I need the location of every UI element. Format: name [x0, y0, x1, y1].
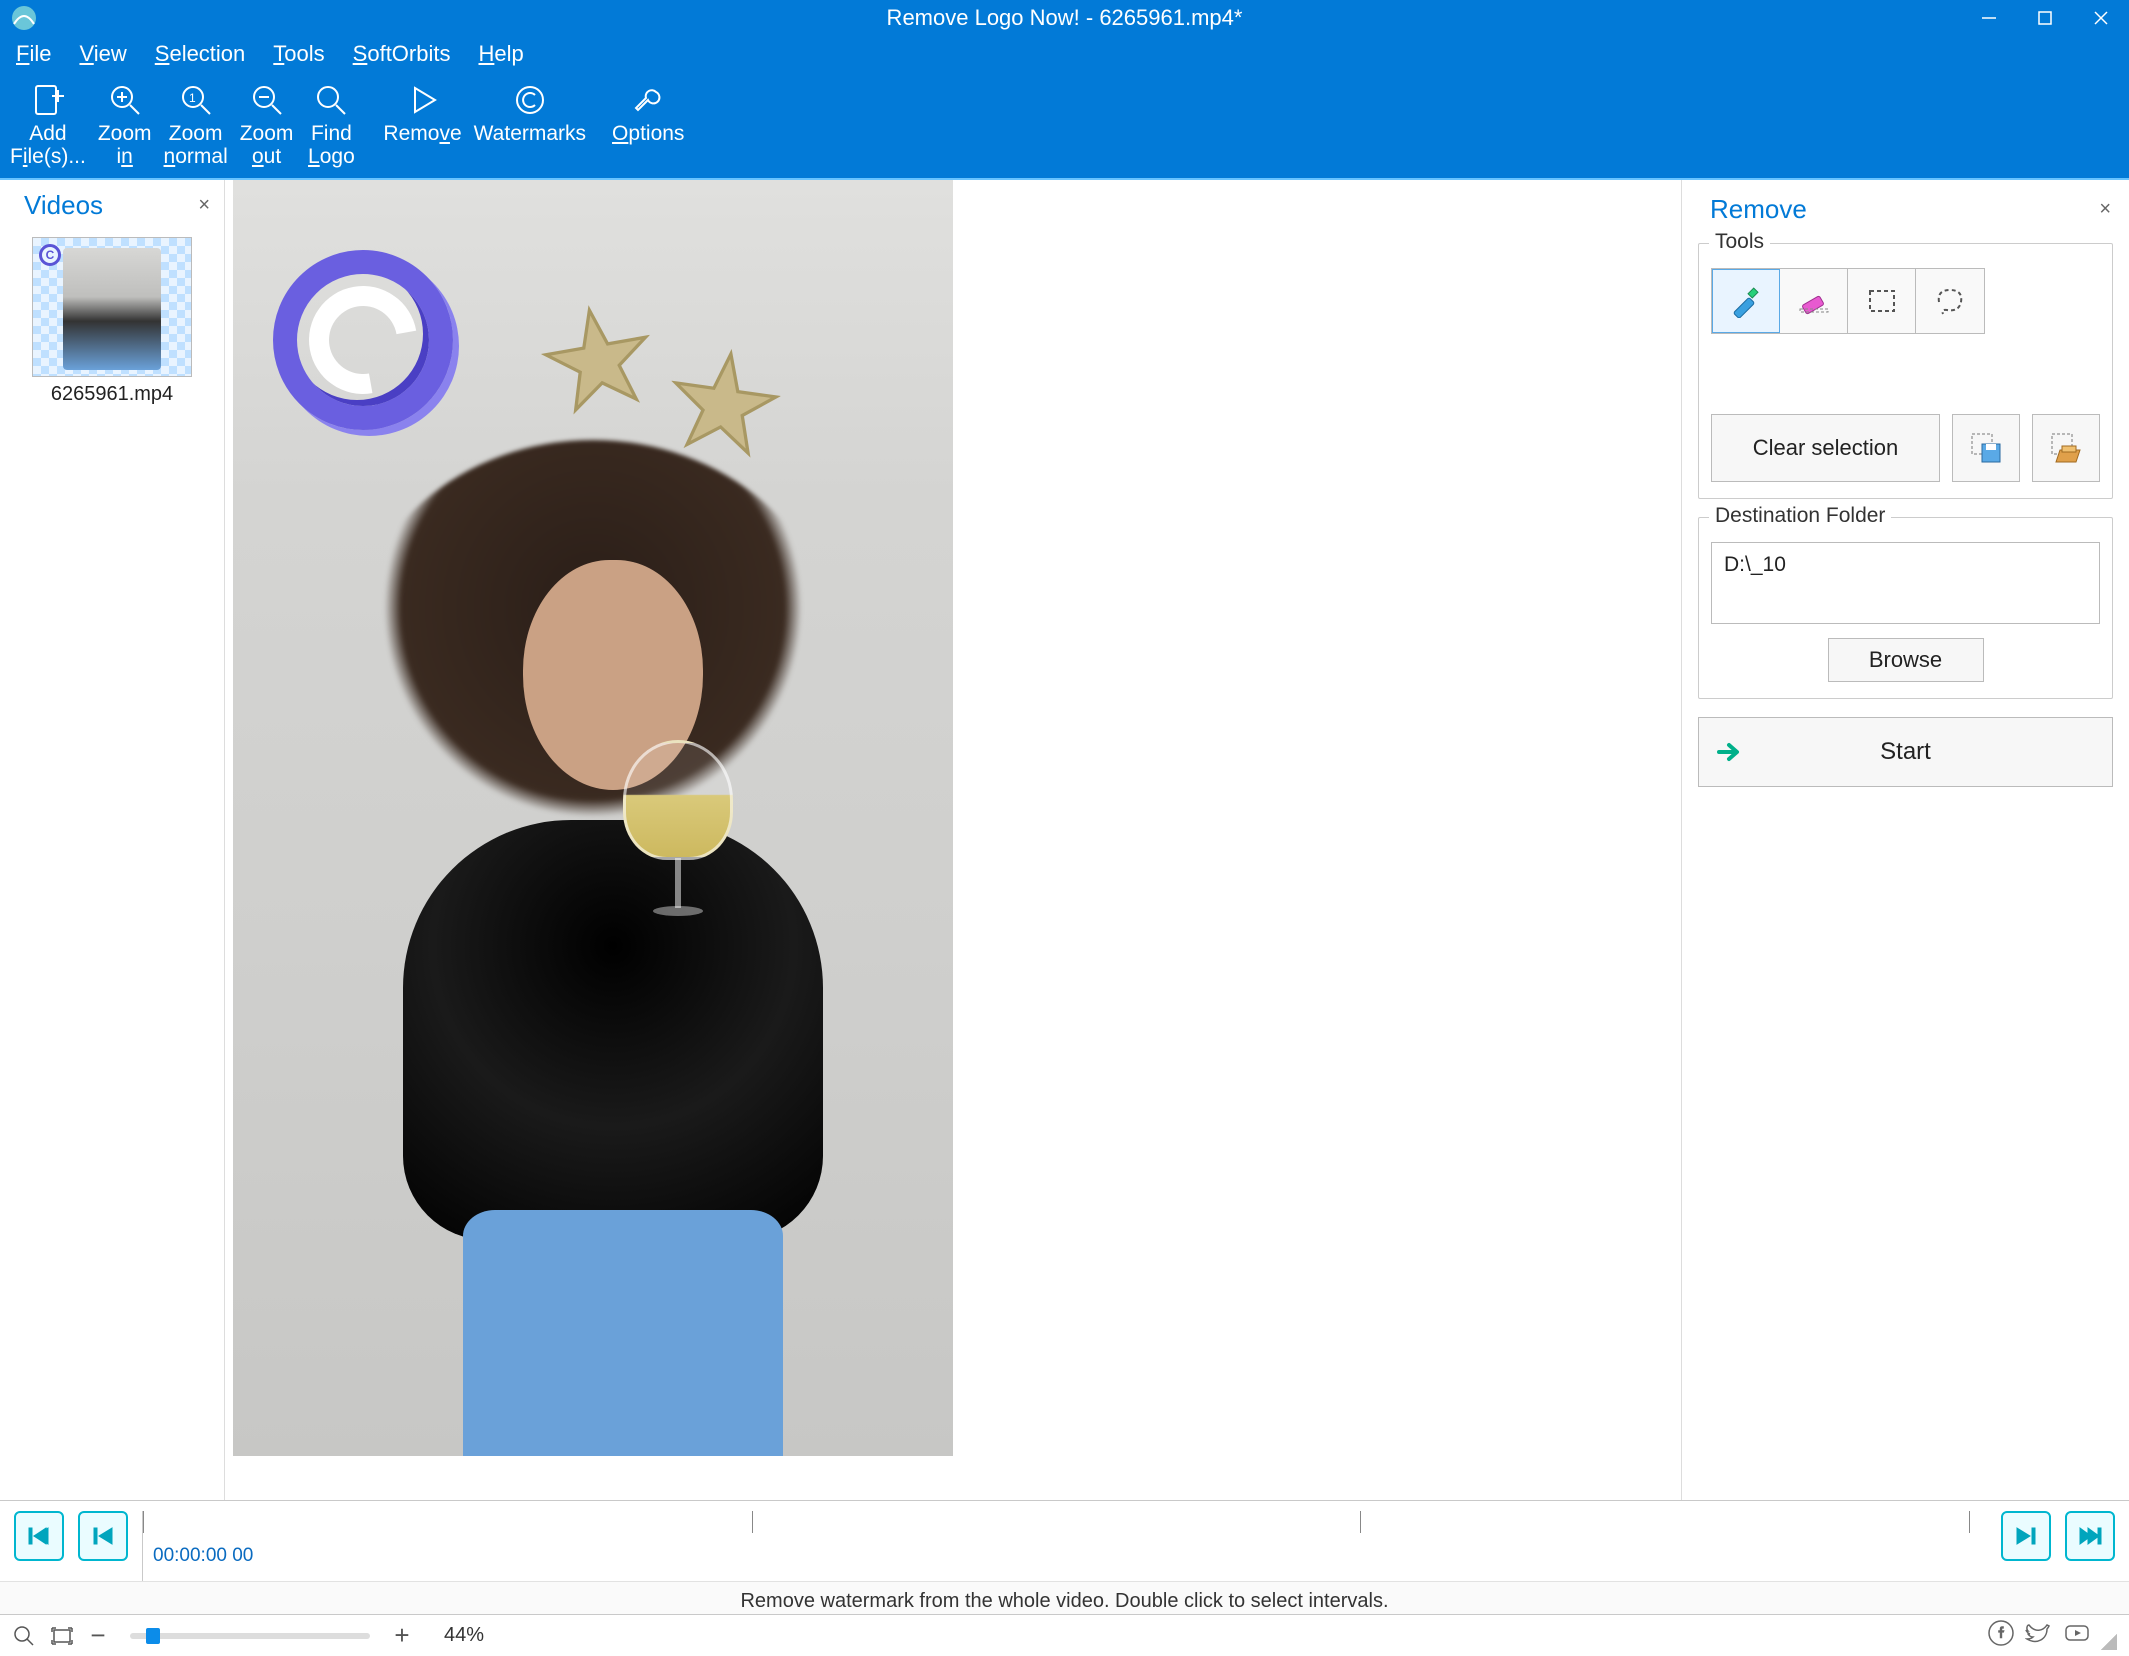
- title-bar: Remove Logo Now! - 6265961.mp4*: [0, 0, 2129, 36]
- facebook-icon[interactable]: [1987, 1619, 2015, 1652]
- add-file-icon: [30, 80, 66, 120]
- video-frame: [233, 180, 953, 1456]
- prev-frame-button[interactable]: [78, 1511, 128, 1561]
- zoom-normal-button[interactable]: 1 Zoomnormal: [158, 76, 234, 178]
- twitter-icon[interactable]: [2025, 1619, 2053, 1652]
- load-selection-button[interactable]: [2032, 414, 2100, 482]
- save-selection-button[interactable]: [1952, 414, 2020, 482]
- destination-path[interactable]: D:\_10: [1711, 542, 2100, 624]
- timeline: 00:00:00 00 Remove watermark from the wh…: [0, 1500, 2129, 1614]
- thumbnail-image: C: [32, 237, 192, 377]
- close-button[interactable]: [2073, 0, 2129, 36]
- add-files-button[interactable]: AddFile(s)...: [4, 76, 92, 178]
- main-body: Videos × C 6265961.mp4 Remove: [0, 180, 2129, 1500]
- menu-tools[interactable]: Tools: [273, 41, 324, 67]
- menu-view[interactable]: View: [79, 41, 126, 67]
- thumbnail-caption: 6265961.mp4: [32, 383, 192, 406]
- zoom-in-icon: [107, 80, 143, 120]
- videos-panel-title: Videos: [24, 190, 103, 221]
- video-thumbnail-list: C 6265961.mp4: [0, 227, 224, 416]
- zoom-out-button[interactable]: Zoomout: [234, 76, 300, 178]
- zoom-value: 44%: [444, 1624, 484, 1647]
- maximize-button[interactable]: [2017, 0, 2073, 36]
- window-controls: [1961, 0, 2129, 36]
- menu-selection[interactable]: Selection: [155, 41, 246, 67]
- find-logo-button[interactable]: FindLogo: [299, 76, 363, 178]
- watermarks-button[interactable]: Watermarks: [468, 76, 592, 178]
- marker-tool[interactable]: [1712, 269, 1780, 333]
- zoom-out-icon: [249, 80, 285, 120]
- zoom-minus[interactable]: −: [86, 1620, 110, 1651]
- find-logo-icon: [313, 80, 349, 120]
- window-title: Remove Logo Now! - 6265961.mp4*: [887, 5, 1243, 31]
- start-button[interactable]: Start: [1698, 717, 2113, 787]
- options-button[interactable]: Options: [606, 76, 690, 178]
- youtube-icon[interactable]: [2063, 1619, 2091, 1652]
- timeline-track[interactable]: 00:00:00 00: [142, 1511, 1987, 1581]
- zoom-plus[interactable]: +: [390, 1620, 414, 1651]
- play-icon: [405, 80, 441, 120]
- preview-area[interactable]: [225, 180, 1681, 1500]
- menu-softorbits[interactable]: SoftOrbits: [353, 41, 451, 67]
- browse-button[interactable]: Browse: [1828, 638, 1984, 682]
- videos-panel-close[interactable]: ×: [198, 194, 210, 217]
- remove-panel: Remove × Tools Clear selection: [1681, 180, 2129, 1500]
- remove-panel-close[interactable]: ×: [2099, 198, 2111, 221]
- wrench-icon: [630, 80, 666, 120]
- seek-start-button[interactable]: [14, 1511, 64, 1561]
- resize-grip[interactable]: [2101, 1634, 2117, 1650]
- zoom-normal-icon: 1: [178, 80, 214, 120]
- seek-end-button[interactable]: [2065, 1511, 2115, 1561]
- copyright-icon: [512, 80, 548, 120]
- start-arrow-icon: [1707, 737, 1753, 767]
- star-decoration: [662, 341, 786, 465]
- timecode: 00:00:00 00: [153, 1545, 253, 1567]
- social-links: [1987, 1619, 2117, 1652]
- next-frame-button[interactable]: [2001, 1511, 2051, 1561]
- tool-row: [1711, 268, 1985, 334]
- zoom-slider[interactable]: [130, 1633, 370, 1639]
- fullscreen-icon[interactable]: [48, 1622, 76, 1650]
- videos-panel-header: Videos ×: [0, 180, 224, 227]
- svg-text:1: 1: [189, 91, 196, 105]
- minimize-button[interactable]: [1961, 0, 2017, 36]
- remove-button[interactable]: Remove: [377, 76, 467, 178]
- destination-legend: Destination Folder: [1709, 504, 1891, 528]
- tools-fieldset: Tools Clear selection: [1698, 243, 2113, 499]
- menu-bar: File View Selection Tools SoftOrbits Hel…: [0, 36, 2129, 72]
- app-icon: [8, 2, 40, 34]
- status-bar: − + 44%: [0, 1614, 2129, 1656]
- zoom-in-button[interactable]: Zoomin: [92, 76, 158, 178]
- menu-help[interactable]: Help: [478, 41, 523, 67]
- watermark-logo: [273, 250, 453, 430]
- video-thumbnail[interactable]: C 6265961.mp4: [32, 237, 192, 406]
- menu-file[interactable]: File: [16, 41, 51, 67]
- star-decoration: [534, 295, 661, 422]
- start-label: Start: [1880, 738, 1931, 766]
- remove-panel-title: Remove: [1710, 194, 1807, 225]
- clear-selection-button[interactable]: Clear selection: [1711, 414, 1940, 482]
- rectangle-select-tool[interactable]: [1848, 269, 1916, 333]
- eraser-tool[interactable]: [1780, 269, 1848, 333]
- lasso-tool[interactable]: [1916, 269, 1984, 333]
- toolbar: AddFile(s)... Zoomin 1 Zoomnormal Zoomou…: [0, 72, 2129, 180]
- destination-fieldset: Destination Folder D:\_10 Browse: [1698, 517, 2113, 699]
- fit-window-icon[interactable]: [10, 1622, 38, 1650]
- videos-panel: Videos × C 6265961.mp4: [0, 180, 225, 1500]
- tools-legend: Tools: [1709, 230, 1770, 254]
